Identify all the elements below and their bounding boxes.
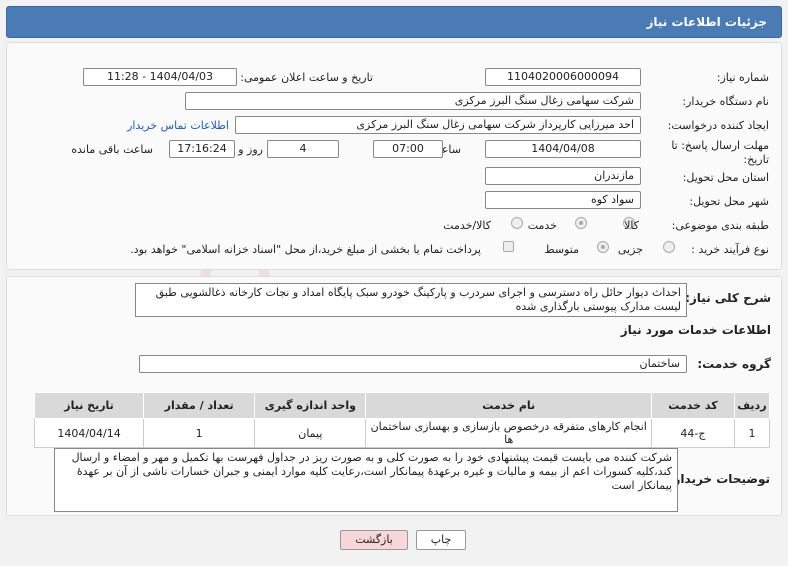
need-number-label: شماره نیاز: [716, 71, 769, 84]
category-radio-service[interactable] [575, 217, 587, 229]
city-label: شهر محل تحویل: [689, 195, 769, 208]
buyer-org-label: نام دستگاه خریدار: [682, 95, 769, 108]
remaining-time-field: 17:16:24 [169, 140, 235, 158]
table-row: 1 ج-44 انجام کارهای متفرقه درخصوص بازساز… [33, 418, 771, 448]
deadline-time-field: 07:00 [373, 140, 443, 158]
description-label: شرح کلی نیاز: [685, 291, 771, 305]
back-button[interactable]: بازگشت [340, 530, 408, 550]
city-field: سواد کوه [485, 191, 641, 209]
col-qty: تعداد / مقدار [143, 392, 256, 419]
col-date: تاریخ نیاز [33, 392, 145, 419]
services-table: ردیف کد خدمت نام خدمت واحد اندازه گیری ت… [33, 392, 771, 448]
announce-field: 1404/04/03 - 11:28 [83, 68, 237, 86]
treasury-checkbox[interactable] [503, 241, 514, 252]
col-name: نام خدمت [365, 392, 653, 419]
cell-name: انجام کارهای متفرقه درخصوص بازسازی و بهس… [365, 418, 653, 448]
remaining-label: ساعت باقی مانده [71, 143, 153, 156]
category-option-service: خدمت [527, 219, 557, 232]
buyer-contact-link[interactable]: اطلاعات تماس خریدار [127, 119, 229, 132]
need-info-panel: شماره نیاز: 1104020006000094 تاریخ و ساع… [6, 42, 782, 270]
process-option-minor: جزیی [617, 243, 643, 256]
process-radio-minor[interactable] [663, 241, 675, 253]
category-label: طبقه بندی موضوعی: [671, 219, 769, 232]
province-field: مازندران [485, 167, 641, 185]
print-button[interactable]: چاپ [416, 530, 466, 550]
announce-label: تاریخ و ساعت اعلان عمومی: [240, 71, 373, 84]
process-label: نوع فرآیند خرید : [691, 243, 769, 256]
category-option-both: کالا/خدمت [443, 219, 491, 232]
buyer-notes-label: توضیحات خریدار: [668, 472, 770, 486]
days-label: روز و [238, 143, 263, 156]
days-field: 4 [267, 140, 339, 158]
province-label: استان محل تحویل: [682, 171, 769, 184]
cell-unit: پیمان [254, 418, 367, 448]
page-header: جزئیات اطلاعات نیاز [6, 6, 782, 38]
creator-field: احد میرزایی کارپرداز شرکت سهامی زغال سنگ… [235, 116, 641, 134]
deadline-date-field: 1404/04/08 [485, 140, 641, 158]
need-number-field: 1104020006000094 [485, 68, 641, 86]
cell-date: 1404/04/14 [33, 418, 145, 448]
page-title: جزئیات اطلاعات نیاز [646, 15, 767, 29]
service-group-label: گروه خدمت: [697, 357, 771, 371]
col-row: ردیف [733, 392, 771, 419]
cell-row: 1 [733, 418, 771, 448]
creator-label: ایجاد کننده درخواست: [667, 119, 769, 132]
services-section-title: اطلاعات خدمات مورد نیاز [620, 323, 771, 337]
service-group-field: ساختمان [139, 355, 687, 373]
col-code: کد خدمت [651, 392, 735, 419]
cell-qty: 1 [143, 418, 256, 448]
process-option-medium: متوسط [544, 243, 579, 256]
deadline-label: مهلت ارسال پاسخ: تا تاریخ: [671, 139, 769, 166]
category-option-goods: کالا [624, 219, 639, 232]
cell-code: ج-44 [651, 418, 735, 448]
payment-note: پرداخت تمام یا بخشی از مبلغ خرید،از محل … [130, 243, 481, 256]
description-textarea[interactable]: احداث دیوار حائل راه دسترسی و اجرای سردر… [135, 283, 687, 317]
buyer-org-field: شرکت سهامی زغال سنگ البرز مرکزی [185, 92, 641, 110]
buyer-notes-textarea[interactable]: شرکت کننده می بایست قیمت پیشنهادی خود را… [54, 448, 678, 512]
process-radio-medium[interactable] [597, 241, 609, 253]
col-unit: واحد اندازه گیری [254, 392, 367, 419]
category-radio-both[interactable] [511, 217, 523, 229]
